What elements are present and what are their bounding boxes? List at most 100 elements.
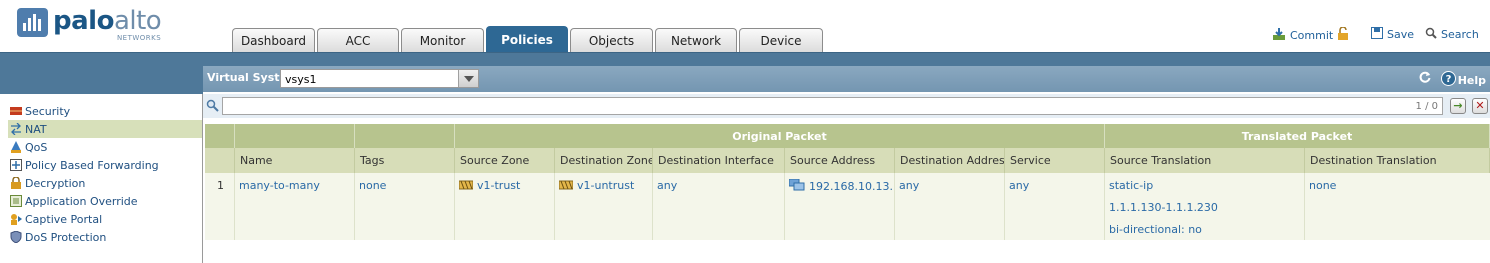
- column-header-row: Name Tags Source Zone Destination Zone D…: [205, 148, 1490, 173]
- qos-icon: [10, 141, 22, 153]
- app-header: paloalto NETWORKS Dashboard ACC Monitor …: [0, 0, 1490, 52]
- refresh-icon[interactable]: [1418, 70, 1432, 87]
- source-translation-type: static-ip: [1109, 179, 1154, 192]
- save-icon: [1371, 27, 1383, 42]
- svg-text:?: ?: [1445, 74, 1451, 85]
- tab-device[interactable]: Device: [739, 28, 823, 52]
- clear-filter-button[interactable]: ✕: [1472, 98, 1488, 114]
- source-address-cell[interactable]: 192.168.10.13...: [785, 173, 895, 240]
- sidebar-item-label: QoS: [25, 140, 48, 154]
- unlocked-icon: [1337, 26, 1349, 43]
- app-override-icon: [10, 195, 22, 207]
- col-tags[interactable]: Tags: [355, 148, 455, 173]
- search-button[interactable]: Search: [1425, 27, 1479, 42]
- zone-icon: [458, 180, 474, 190]
- help-button[interactable]: ? Help: [1440, 71, 1486, 89]
- save-button[interactable]: Save: [1371, 27, 1414, 42]
- sidebar-item-security[interactable]: Security: [8, 102, 202, 120]
- sidebar-item-label: Application Override: [25, 194, 138, 208]
- sidebar-item-label: NAT: [25, 122, 47, 136]
- paloalto-logo: paloalto NETWORKS: [17, 6, 162, 42]
- vsys-select[interactable]: vsys1: [280, 69, 479, 88]
- group-translated-packet: Translated Packet: [1105, 124, 1490, 148]
- source-translation-range: 1.1.1.130-1.1.1.230: [1109, 201, 1218, 214]
- rule-tags: none: [355, 173, 455, 240]
- destination-interface-value: any: [653, 173, 785, 240]
- commit-label: Commit: [1290, 29, 1334, 42]
- search-icon: [1425, 27, 1437, 42]
- paloalto-logo-icon: [17, 8, 48, 37]
- destination-zone-cell[interactable]: v1-untrust: [555, 173, 653, 240]
- col-source-zone[interactable]: Source Zone: [455, 148, 555, 173]
- address-object-icon: [788, 178, 805, 191]
- col-service[interactable]: Service: [1005, 148, 1105, 173]
- sidebar-item-label: Decryption: [25, 176, 86, 190]
- filter-count: 1 / 0: [1415, 101, 1438, 112]
- captive-portal-icon: [10, 213, 22, 225]
- header-band: [0, 52, 1490, 66]
- vsys-bar: Virtual System vsys1 ? Help: [203, 66, 1490, 92]
- commit-icon: [1272, 27, 1286, 44]
- sidebar-item-decryption[interactable]: Decryption: [8, 174, 202, 192]
- col-source-translation[interactable]: Source Translation: [1105, 148, 1305, 173]
- col-destination-address[interactable]: Destination Address: [895, 148, 1005, 173]
- sidebar-item-dos-protection[interactable]: DoS Protection: [8, 228, 202, 246]
- filter-search-icon: [206, 99, 219, 115]
- source-zone-cell[interactable]: v1-trust: [455, 173, 555, 240]
- sidebar-item-label: Policy Based Forwarding: [25, 158, 159, 172]
- policy-sidebar: Security NAT QoS Policy Based Forwarding…: [0, 94, 202, 263]
- destination-address-value: any: [895, 173, 1005, 240]
- pbf-icon: [10, 159, 22, 171]
- sidebar-item-qos[interactable]: QoS: [8, 138, 202, 156]
- save-label: Save: [1387, 28, 1415, 41]
- col-name[interactable]: Name: [235, 148, 355, 173]
- sidebar-item-captive-portal[interactable]: Captive Portal: [8, 210, 202, 228]
- sidebar-item-application-override[interactable]: Application Override: [8, 192, 202, 210]
- tab-monitor[interactable]: Monitor: [401, 28, 484, 52]
- lock-config-button[interactable]: [1337, 26, 1353, 43]
- row-index: 1: [205, 173, 235, 240]
- brand-subtitle: NETWORKS: [116, 34, 162, 42]
- sidebar-item-policy-based-forwarding[interactable]: Policy Based Forwarding: [8, 156, 202, 174]
- tab-dashboard[interactable]: Dashboard: [232, 28, 315, 52]
- tab-policies[interactable]: Policies: [486, 26, 568, 52]
- destination-zone-value: v1-untrust: [577, 179, 635, 192]
- sidebar-item-label: Security: [25, 104, 71, 118]
- main-tabs: Dashboard ACC Monitor Policies Objects N…: [232, 26, 825, 52]
- commit-button[interactable]: Commit: [1272, 27, 1333, 44]
- vsys-value: vsys1: [285, 73, 317, 86]
- service-value: any: [1005, 173, 1105, 240]
- tab-objects[interactable]: Objects: [570, 28, 653, 52]
- shield-icon: [10, 230, 22, 244]
- col-index: [205, 148, 235, 173]
- col-source-address[interactable]: Source Address: [785, 148, 895, 173]
- col-destination-zone[interactable]: Destination Zone: [555, 148, 653, 173]
- column-group-row: Original Packet Translated Packet: [205, 124, 1490, 148]
- sidebar-top-band: [0, 66, 203, 94]
- source-translation-cell[interactable]: static-ip 1.1.1.130-1.1.1.230 bi-directi…: [1105, 173, 1305, 240]
- col-destination-interface[interactable]: Destination Interface: [653, 148, 785, 173]
- destination-translation-value: none: [1309, 179, 1337, 192]
- nat-icon: [10, 122, 22, 136]
- sidebar-item-label: Captive Portal: [25, 212, 103, 226]
- help-icon: ?: [1440, 71, 1456, 89]
- table-row[interactable]: 1 many-to-many none v1-trust v1-untrust …: [205, 173, 1490, 240]
- filter-bar: 1 / 0 → ✕: [203, 94, 1490, 118]
- col-destination-translation[interactable]: Destination Translation: [1305, 148, 1490, 173]
- tab-network[interactable]: Network: [655, 28, 737, 52]
- sidebar-item-nat[interactable]: NAT: [8, 120, 202, 138]
- security-rule-icon: [10, 105, 22, 117]
- brand-name-part2: alto: [113, 6, 162, 36]
- sidebar-divider: [202, 94, 203, 263]
- filter-input[interactable]: 1 / 0: [222, 97, 1443, 115]
- rule-name-link[interactable]: many-to-many: [235, 173, 355, 240]
- sidebar-item-label: DoS Protection: [25, 230, 107, 244]
- tab-acc[interactable]: ACC: [317, 28, 399, 52]
- source-zone-value: v1-trust: [477, 179, 521, 192]
- chevron-down-icon[interactable]: [458, 70, 478, 87]
- brand-name-part1: palo: [53, 6, 114, 36]
- group-original-packet: Original Packet: [455, 124, 1105, 148]
- search-label: Search: [1441, 28, 1479, 41]
- help-label: Help: [1457, 73, 1486, 87]
- apply-filter-button[interactable]: →: [1450, 98, 1466, 114]
